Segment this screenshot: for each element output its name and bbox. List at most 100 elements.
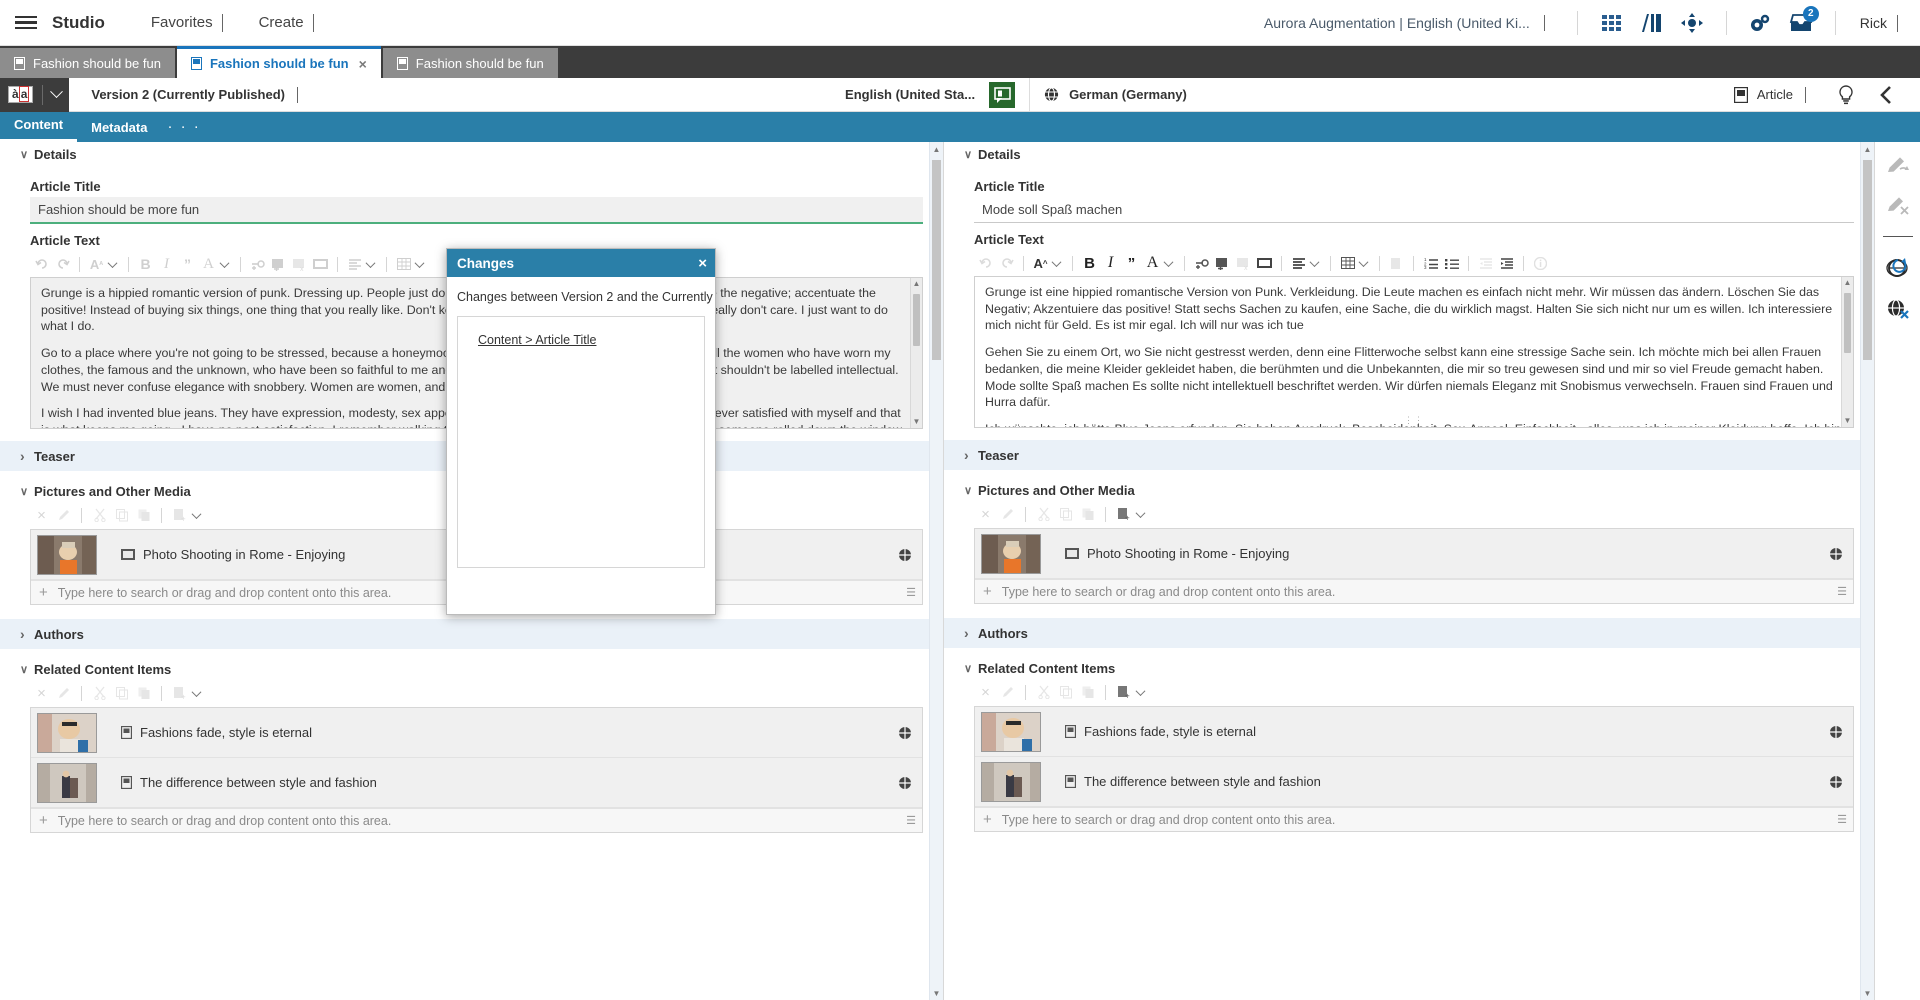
right-editor-scrollbar[interactable]: ▲ ▼ <box>1841 277 1853 427</box>
document-tab-2[interactable]: Fashion should be fun × <box>176 46 381 78</box>
table-icon[interactable] <box>1338 254 1357 273</box>
add-content-icon[interactable]: + <box>170 684 189 703</box>
target-focus-icon[interactable] <box>1672 3 1712 43</box>
resize-handle-icon[interactable]: ☰ <box>1837 585 1847 598</box>
remove-link-icon[interactable]: × <box>32 684 51 703</box>
cut-icon[interactable] <box>90 684 109 703</box>
changes-dialog[interactable]: Changes × Changes between Version 2 and … <box>446 248 716 615</box>
insert-link-icon[interactable] <box>1192 254 1211 273</box>
left-section-authors[interactable]: Authors <box>0 619 943 649</box>
translation-icon[interactable] <box>989 81 1016 108</box>
left-article-title-value[interactable]: Fashion should be more fun <box>30 197 923 224</box>
edit-icon[interactable] <box>54 684 73 703</box>
edit-icon[interactable] <box>54 506 73 525</box>
right-section-authors[interactable]: Authors <box>944 618 1874 648</box>
left-related-drop-area[interactable]: + Type here to search or drag and drop c… <box>31 808 922 832</box>
scroll-up-icon[interactable]: ▲ <box>930 142 943 156</box>
undo-icon[interactable] <box>32 255 51 274</box>
chevron-left-icon[interactable] <box>1866 75 1906 115</box>
chevron-down-icon[interactable] <box>964 148 978 161</box>
right-article-title-value[interactable]: Mode soll Spaß machen <box>974 197 1854 223</box>
resize-grip-icon[interactable]: ⋮⋮ <box>1404 414 1424 426</box>
tab-metadata[interactable]: Metadata <box>77 120 161 142</box>
scroll-down-icon[interactable]: ▼ <box>1842 415 1853 427</box>
tab-overflow-icon[interactable]: · · · <box>161 118 214 142</box>
copy-icon[interactable] <box>1056 505 1075 524</box>
site-context-dropdown[interactable] <box>1543 15 1545 31</box>
edit-icon[interactable] <box>998 683 1017 702</box>
unordered-list-icon[interactable] <box>1442 254 1461 273</box>
right-section-details[interactable]: Details <box>944 142 1874 166</box>
right-section-pictures[interactable]: Pictures and Other Media <box>944 478 1874 502</box>
font-style-icon[interactable]: Aᴬ <box>87 255 106 274</box>
paste-icon[interactable] <box>1078 683 1097 702</box>
chevron-down-icon[interactable] <box>1135 507 1146 518</box>
chevron-down-icon[interactable] <box>964 662 978 675</box>
menu-create[interactable]: Create <box>259 14 314 32</box>
ordered-list-icon[interactable]: 123 <box>1421 254 1440 273</box>
align-icon[interactable] <box>345 255 364 274</box>
insert-link-icon[interactable] <box>248 255 267 274</box>
chevron-down-icon[interactable] <box>365 257 376 268</box>
chevron-down-icon[interactable] <box>219 257 230 268</box>
edit-icon[interactable] <box>998 505 1017 524</box>
scroll-up-icon[interactable]: ▲ <box>1861 142 1874 156</box>
align-icon[interactable] <box>1289 254 1308 273</box>
remove-link-icon[interactable]: × <box>976 505 995 524</box>
cut-icon[interactable] <box>1034 683 1053 702</box>
chevron-down-icon[interactable] <box>1135 685 1146 696</box>
chevron-down-icon[interactable] <box>414 257 425 268</box>
paste-icon[interactable] <box>1078 505 1097 524</box>
text-color-icon[interactable]: A <box>1143 254 1162 273</box>
chevron-down-icon[interactable] <box>50 85 64 99</box>
paste-icon[interactable] <box>1387 254 1406 273</box>
right-pane-scrollbar[interactable]: ▲ ▼ <box>1860 142 1874 1000</box>
link-status-icon[interactable] <box>898 548 912 562</box>
menu-favorites[interactable]: Favorites <box>151 14 223 32</box>
italic-icon[interactable]: I <box>157 255 176 274</box>
paste-icon[interactable] <box>134 506 153 525</box>
library-icon[interactable] <box>1632 3 1672 43</box>
insert-media-icon[interactable] <box>1255 254 1274 273</box>
globe-remove-icon[interactable] <box>1885 295 1911 321</box>
chevron-right-icon[interactable] <box>20 626 34 642</box>
compare-versions-button[interactable]: àa <box>0 77 70 112</box>
close-icon[interactable]: × <box>359 56 367 72</box>
chevron-down-icon[interactable] <box>1163 256 1174 267</box>
content-type-selector[interactable]: Article <box>1733 86 1807 103</box>
chevron-down-icon[interactable] <box>20 663 34 676</box>
remove-link-icon[interactable]: × <box>32 506 51 525</box>
inbox-icon[interactable]: 2 <box>1781 3 1821 43</box>
redo-icon[interactable] <box>997 254 1016 273</box>
right-pictures-drop-area[interactable]: + Type here to search or drag and drop c… <box>975 579 1853 603</box>
cut-icon[interactable] <box>1034 505 1053 524</box>
chevron-down-icon[interactable] <box>20 485 34 498</box>
pencil-disabled-icon[interactable] <box>1885 192 1911 218</box>
chevron-down-icon[interactable] <box>191 508 202 519</box>
outdent-icon[interactable] <box>1476 254 1495 273</box>
left-editor-scrollbar[interactable]: ▲ ▼ <box>910 278 922 428</box>
add-content-icon[interactable]: + <box>170 506 189 525</box>
chevron-down-icon[interactable] <box>964 484 978 497</box>
chevron-down-icon[interactable] <box>20 148 34 161</box>
changes-list-item[interactable]: Content > Article Title <box>478 333 704 347</box>
link-status-icon[interactable] <box>1829 775 1843 789</box>
user-menu[interactable]: Rick <box>1860 14 1898 32</box>
list-item[interactable]: The difference between style and fashion <box>31 758 922 808</box>
insert-internal-link-icon[interactable] <box>1213 254 1232 273</box>
left-pane-scrollbar[interactable]: ▲ ▼ <box>929 142 943 1000</box>
list-item[interactable]: Fashions fade, style is eternal <box>975 707 1853 757</box>
bold-icon[interactable]: B <box>136 255 155 274</box>
list-item[interactable]: Fashions fade, style is eternal <box>31 708 922 758</box>
table-icon[interactable] <box>394 255 413 274</box>
resize-handle-icon[interactable]: ☰ <box>1837 813 1847 826</box>
remove-link-icon[interactable]: x <box>1234 254 1253 273</box>
redo-icon[interactable] <box>53 255 72 274</box>
italic-icon[interactable]: I <box>1101 254 1120 273</box>
scroll-down-icon[interactable]: ▼ <box>930 986 943 1000</box>
indent-icon[interactable] <box>1497 254 1516 273</box>
chevron-right-icon[interactable] <box>20 448 34 464</box>
cut-icon[interactable] <box>90 506 109 525</box>
tab-content[interactable]: Content <box>0 117 78 142</box>
add-content-icon[interactable]: + <box>1114 683 1133 702</box>
